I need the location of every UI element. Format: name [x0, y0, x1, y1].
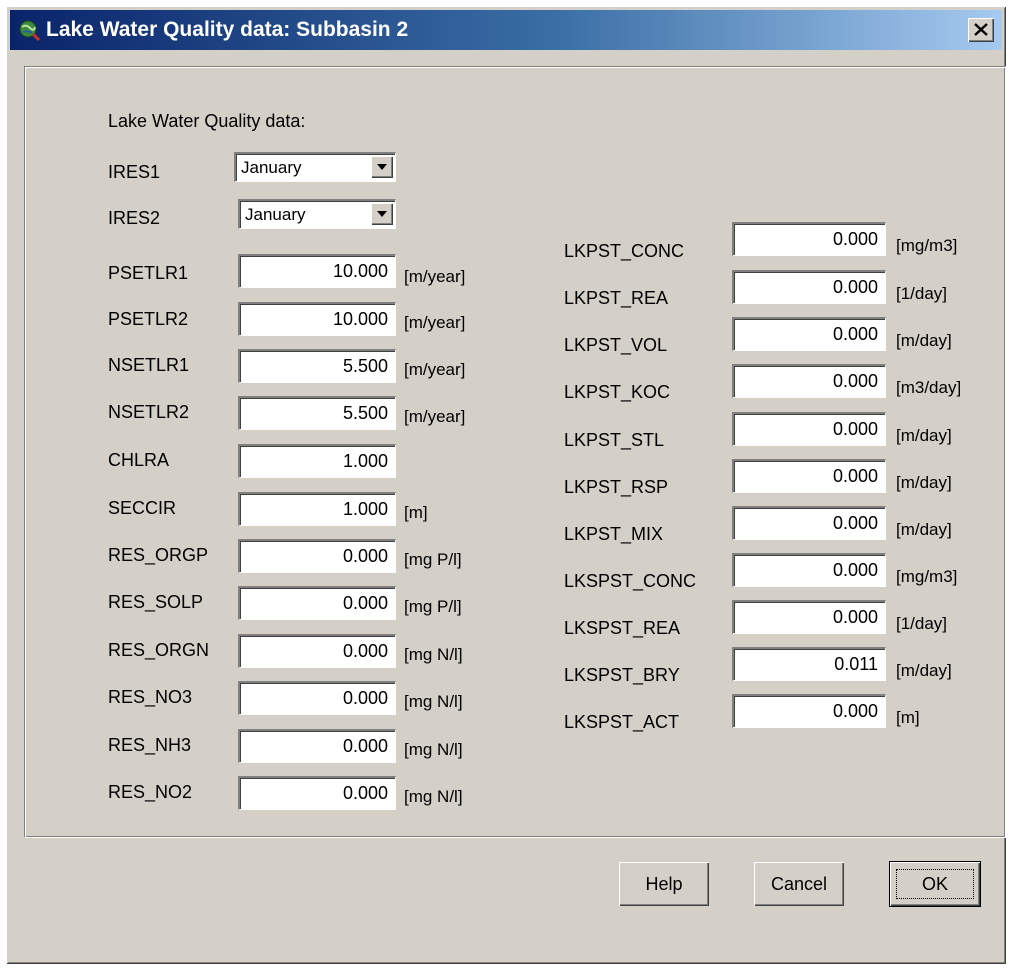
lkspst-bry-unit: [m/day]	[896, 661, 952, 680]
ires2-dropdown-button[interactable]	[371, 203, 393, 225]
ires1-value: January	[241, 158, 302, 177]
cancel-button[interactable]: Cancel	[754, 862, 844, 906]
psetlr1-field[interactable]: 10.000	[238, 254, 396, 288]
panel-heading: Lake Water Quality data:	[108, 111, 306, 131]
psetlr2-label: PSETLR2	[108, 309, 189, 329]
res-no2-field[interactable]: 0.000	[238, 776, 396, 810]
lkpst-koc-field[interactable]: 0.000	[732, 364, 886, 398]
res-nh3-unit: [mg N/l]	[404, 740, 463, 759]
nsetlr2-field[interactable]: 5.500	[238, 396, 396, 430]
res-orgn-label: RES_ORGN	[108, 640, 210, 660]
lkspst-rea-unit: [1/day]	[896, 614, 948, 633]
ires1-dropdown-button[interactable]	[371, 156, 393, 178]
lkspst-act-field[interactable]: 0.000	[732, 694, 886, 728]
globe-search-icon	[19, 20, 40, 41]
lkpst-conc-unit: [mg/m3]	[896, 236, 958, 255]
res-no2-label: RES_NO2	[108, 782, 193, 802]
lkpst-vol-field[interactable]: 0.000	[732, 317, 886, 351]
lkpst-stl-unit: [m/day]	[896, 426, 952, 445]
lkpst-koc-unit: [m3/day]	[896, 378, 962, 397]
lkspst-conc-label: LKSPST_CONC	[564, 571, 697, 591]
psetlr1-label: PSETLR1	[108, 263, 189, 283]
seccir-field[interactable]: 1.000	[238, 492, 396, 526]
lkpst-vol-unit: [m/day]	[896, 331, 952, 350]
lkpst-rea-unit: [1/day]	[896, 284, 948, 303]
nsetlr2-label: NSETLR2	[108, 402, 190, 422]
close-icon	[974, 23, 988, 36]
psetlr2-unit: [m/year]	[404, 313, 466, 332]
res-solp-unit: [mg P/l]	[404, 597, 462, 616]
seccir-unit: [m]	[404, 503, 428, 522]
res-nh3-label: RES_NH3	[108, 735, 192, 755]
lkspst-conc-field[interactable]: 0.000	[732, 553, 886, 587]
lkpst-rea-field[interactable]: 0.000	[732, 270, 886, 304]
lkpst-mix-unit: [m/day]	[896, 520, 952, 539]
psetlr2-field[interactable]: 10.000	[238, 302, 396, 336]
lkpst-mix-label: LKPST_MIX	[564, 524, 664, 544]
lkspst-act-label: LKSPST_ACT	[564, 712, 680, 732]
lkpst-rsp-label: LKPST_RSP	[564, 477, 669, 497]
res-solp-field[interactable]: 0.000	[238, 586, 396, 620]
lkspst-act-unit: [m]	[896, 708, 920, 727]
lkpst-conc-label: LKPST_CONC	[564, 241, 685, 261]
title-bar[interactable]: Lake Water Quality data: Subbasin 2	[10, 10, 1002, 50]
res-orgp-field[interactable]: 0.000	[238, 539, 396, 573]
help-button-label: Help	[645, 874, 683, 894]
res-orgn-field[interactable]: 0.000	[238, 634, 396, 668]
lkspst-conc-unit: [mg/m3]	[896, 567, 958, 586]
nsetlr1-unit: [m/year]	[404, 360, 466, 379]
chlra-field[interactable]: 1.000	[238, 444, 396, 478]
lkpst-koc-label: LKPST_KOC	[564, 382, 671, 402]
lkpst-stl-label: LKPST_STL	[564, 430, 665, 450]
psetlr1-unit: [m/year]	[404, 267, 466, 286]
dropdown-arrow-icon	[377, 211, 387, 217]
ires1-label: IRES1	[108, 162, 161, 182]
lkspst-bry-field[interactable]: 0.011	[732, 647, 886, 681]
lkpst-rsp-unit: [m/day]	[896, 473, 952, 492]
nsetlr1-field[interactable]: 5.500	[238, 349, 396, 383]
ok-button-label: OK	[921, 874, 948, 894]
lkpst-mix-field[interactable]: 0.000	[732, 506, 886, 540]
lkpst-conc-field[interactable]: 0.000	[732, 222, 886, 256]
ires2-select[interactable]: January	[238, 199, 396, 229]
ires2-value: January	[245, 205, 306, 224]
lkpst-stl-field[interactable]: 0.000	[732, 412, 886, 446]
lkspst-rea-field[interactable]: 0.000	[732, 600, 886, 634]
cancel-button-label: Cancel	[770, 874, 828, 894]
ok-button[interactable]: OK	[889, 861, 981, 907]
dropdown-arrow-icon	[377, 164, 387, 170]
window-title: Lake Water Quality data: Subbasin 2	[46, 18, 409, 41]
lkspst-rea-label: LKSPST_REA	[564, 618, 681, 638]
res-nh3-field[interactable]: 0.000	[238, 729, 396, 763]
res-orgn-unit: [mg N/l]	[404, 645, 463, 664]
chlra-label: CHLRA	[108, 450, 170, 470]
res-no3-label: RES_NO3	[108, 687, 193, 707]
lkspst-bry-label: LKSPST_BRY	[564, 665, 680, 685]
help-button[interactable]: Help	[619, 862, 709, 906]
ires1-select[interactable]: January	[234, 152, 396, 182]
res-orgp-label: RES_ORGP	[108, 545, 209, 565]
ires2-label: IRES2	[108, 208, 161, 228]
res-no2-unit: [mg N/l]	[404, 787, 463, 806]
lkpst-vol-label: LKPST_VOL	[564, 335, 668, 355]
res-solp-label: RES_SOLP	[108, 592, 204, 612]
res-no3-field[interactable]: 0.000	[238, 681, 396, 715]
res-orgp-unit: [mg P/l]	[404, 550, 462, 569]
lkpst-rea-label: LKPST_REA	[564, 288, 669, 308]
res-no3-unit: [mg N/l]	[404, 692, 463, 711]
nsetlr2-unit: [m/year]	[404, 407, 466, 426]
lkpst-rsp-field[interactable]: 0.000	[732, 459, 886, 493]
close-button[interactable]	[968, 18, 994, 42]
dialog-window: Lake Water Quality data: Subbasin 2 Lake…	[6, 6, 1006, 964]
seccir-label: SECCIR	[108, 498, 177, 518]
nsetlr1-label: NSETLR1	[108, 355, 190, 375]
